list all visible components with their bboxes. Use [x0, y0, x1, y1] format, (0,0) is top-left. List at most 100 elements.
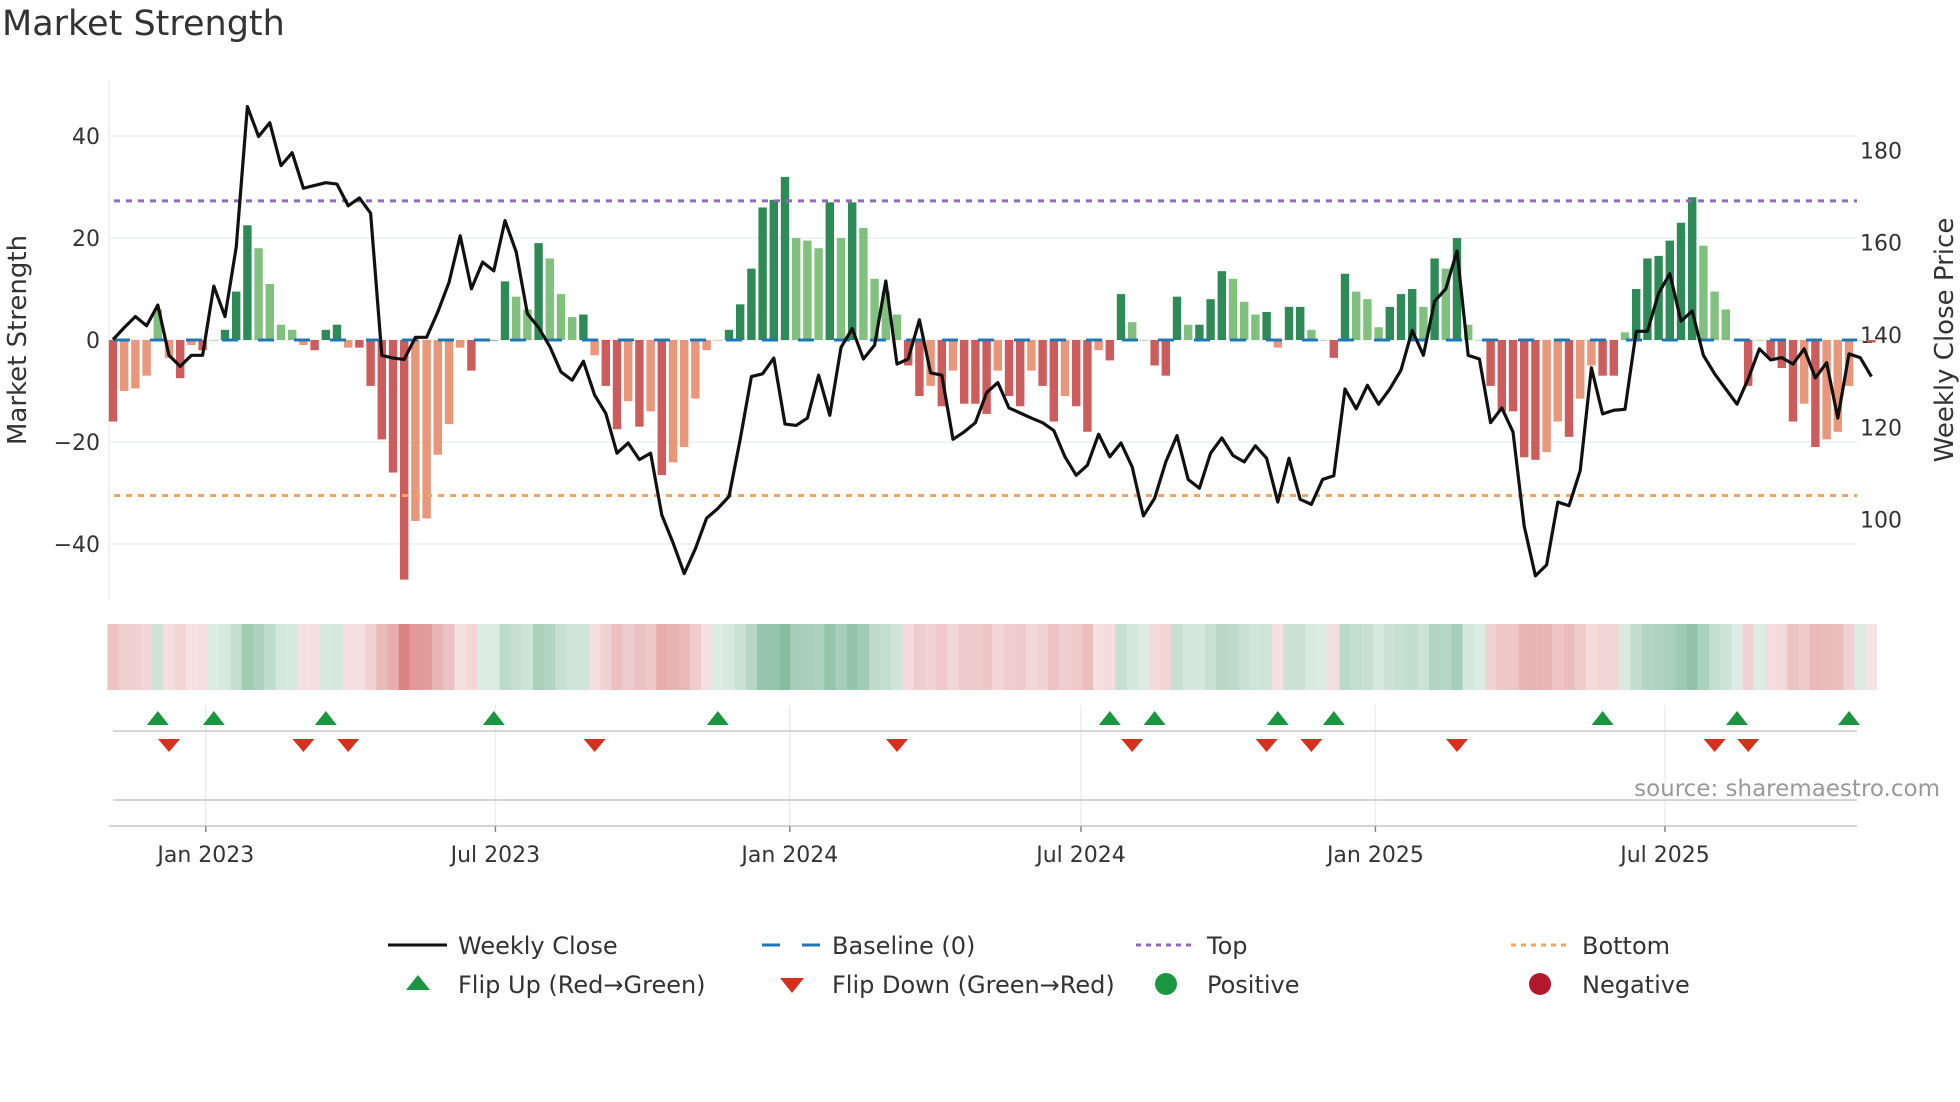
strength-bar — [1139, 340, 1148, 341]
legend-negative: Negative — [1582, 971, 1690, 999]
strength-heat-cell — [622, 624, 634, 690]
strength-heat-cell — [398, 624, 410, 690]
strength-bar — [1486, 340, 1495, 386]
strength-heat-cell — [174, 624, 186, 690]
strength-heat-cell — [1081, 624, 1093, 690]
strength-bar — [1721, 309, 1730, 340]
strength-bar — [792, 238, 801, 340]
strength-heat-cell — [230, 624, 242, 690]
strength-heat-cell — [208, 624, 220, 690]
strength-bar — [1788, 340, 1798, 422]
strength-bar — [1172, 296, 1182, 340]
strength-heat-cell — [1608, 624, 1620, 690]
strength-heat-cell — [1283, 624, 1295, 690]
strength-heat-cell — [958, 624, 970, 690]
strength-bar — [960, 340, 969, 404]
strength-heat-cell — [656, 624, 668, 690]
strength-heat-cell — [1193, 624, 1205, 690]
strength-heat-cell — [118, 624, 130, 690]
strength-heat-cell — [477, 624, 489, 690]
strength-heat-cell — [320, 624, 332, 690]
left-tick-label: −20 — [54, 431, 100, 456]
strength-bar — [915, 340, 924, 397]
strength-heat-cell — [1731, 624, 1743, 690]
strength-heat-cell — [1574, 624, 1586, 690]
strength-bar — [691, 340, 700, 399]
strength-bar — [209, 340, 218, 341]
strength-bar — [265, 283, 274, 340]
strength-bar — [1105, 340, 1114, 361]
strength-bar — [1318, 340, 1327, 341]
strength-bar — [355, 340, 364, 348]
strength-heat-cell — [1865, 624, 1877, 690]
x-tick-label: Jan 2025 — [1325, 843, 1424, 868]
strength-heat-cell — [1025, 624, 1037, 690]
strength-heat-cell — [981, 624, 993, 690]
strength-bar — [1822, 340, 1831, 440]
strength-bar — [657, 340, 666, 476]
strength-heat-cell — [1361, 624, 1373, 690]
strength-heat-cell — [1126, 624, 1138, 690]
strength-heat-cell — [1205, 624, 1217, 690]
strength-heat-cell — [1373, 624, 1385, 690]
strength-bar — [1699, 245, 1708, 340]
strength-bar — [366, 340, 375, 386]
strength-heat-cell — [421, 624, 433, 690]
strength-bar — [1262, 311, 1271, 340]
strength-heat-cell — [902, 624, 914, 690]
x-tick-label: Jan 2024 — [739, 843, 838, 868]
strength-heat-cell — [1496, 624, 1508, 690]
strength-heat-cell — [645, 624, 657, 690]
strength-bar — [310, 340, 319, 351]
strength-bar — [1307, 329, 1316, 340]
strength-bar — [332, 324, 342, 340]
strength-bar — [1094, 340, 1103, 351]
strength-heat-cell — [1697, 624, 1709, 690]
strength-heat-cell — [1843, 624, 1855, 690]
strength-heat-cell — [1854, 624, 1866, 690]
strength-heat-cell — [1305, 624, 1317, 690]
legend-positive: Positive — [1207, 971, 1300, 999]
strength-bar — [612, 340, 622, 430]
strength-heat-cell — [555, 624, 567, 690]
strength-heat-cell — [1406, 624, 1418, 690]
strength-bar — [1587, 340, 1596, 366]
strength-heat-cell — [1552, 624, 1564, 690]
strength-heat-cell — [1440, 624, 1452, 690]
strength-bar — [1060, 340, 1070, 397]
strength-heat-cell — [1104, 624, 1116, 690]
strength-heat-cell — [835, 624, 847, 690]
strength-heat-cell — [185, 624, 197, 690]
strength-heat-cell — [376, 624, 388, 690]
strength-heat-cell — [1115, 624, 1127, 690]
strength-heat-cell — [152, 624, 164, 690]
strength-bar — [568, 317, 577, 340]
strength-heat-cell — [1787, 624, 1799, 690]
strength-heat-cell — [465, 624, 477, 690]
strength-heat-cell — [1518, 624, 1530, 690]
strength-heat-cell — [197, 624, 209, 690]
strength-heat-cell — [141, 624, 153, 690]
legend-flip-down-icon — [780, 978, 804, 993]
strength-bar — [747, 268, 756, 340]
strength-bar — [1150, 340, 1159, 366]
strength-bar — [803, 240, 812, 340]
strength-bar — [1329, 340, 1338, 358]
strength-bar — [131, 340, 140, 389]
strength-heat-cell — [633, 624, 645, 690]
flip-up-marker — [146, 711, 169, 725]
strength-bar — [1072, 340, 1081, 407]
flip-down-marker — [1255, 739, 1278, 752]
strength-bar — [1710, 291, 1719, 340]
strength-bar — [1508, 340, 1518, 412]
strength-bar — [1396, 294, 1406, 340]
flip-up-marker — [706, 711, 729, 725]
strength-heat-cell — [297, 624, 309, 690]
left-tick-label: −40 — [54, 533, 100, 558]
strength-heat-cell — [1227, 624, 1239, 690]
strength-heat-cell — [969, 624, 981, 690]
strength-heat-cell — [813, 624, 825, 690]
strength-heat-cell — [1529, 624, 1541, 690]
left-tick-label: 0 — [86, 329, 100, 354]
flip-up-marker — [1726, 711, 1748, 725]
